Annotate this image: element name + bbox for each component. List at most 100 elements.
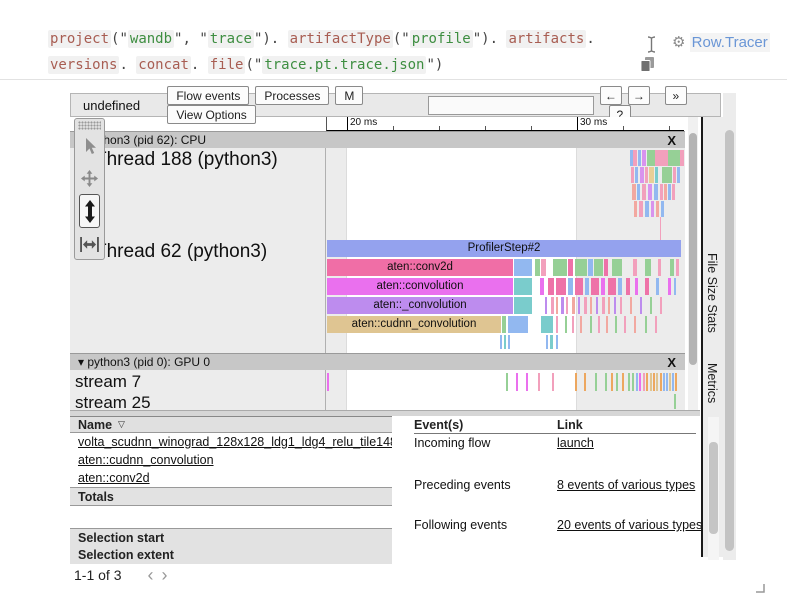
gpu-kernel-event[interactable] — [660, 373, 662, 391]
process-header-gpu[interactable]: ▾ python3 (pid 0): GPU 0 X — [70, 353, 685, 370]
gpu-kernel-event[interactable] — [526, 373, 528, 391]
next-page-icon[interactable]: › — [157, 568, 171, 582]
gpu-kernel-event[interactable] — [669, 373, 671, 391]
timeline-scrollbar[interactable] — [688, 117, 698, 410]
toolbar-button-flow-events[interactable]: Flow events — [167, 86, 249, 105]
trace-event[interactable] — [556, 297, 558, 314]
trace-event[interactable] — [640, 167, 644, 183]
trace-event[interactable] — [546, 335, 548, 349]
trace-event[interactable] — [676, 259, 679, 276]
trace-event[interactable] — [620, 297, 622, 314]
trace-event[interactable] — [647, 150, 655, 166]
gpu-kernel-event[interactable] — [672, 373, 674, 391]
details-scrollbar-thumb[interactable] — [709, 442, 718, 534]
kernel-name-link[interactable]: aten::conv2d — [78, 471, 150, 485]
close-icon[interactable]: X — [667, 133, 676, 148]
trace-event[interactable] — [680, 150, 684, 166]
trace-event[interactable] — [561, 297, 564, 314]
trace-event[interactable] — [578, 297, 580, 314]
trace-event[interactable] — [606, 316, 608, 333]
toolbar-nav-2[interactable]: » — [665, 86, 687, 105]
trace-event[interactable] — [508, 335, 510, 349]
gpu-kernel-event[interactable] — [646, 373, 648, 391]
toolbar-nav-0[interactable]: ← — [600, 86, 622, 105]
time-ruler[interactable]: 20 ms30 ms — [326, 117, 684, 131]
trace-event[interactable] — [598, 316, 600, 333]
timeline-scrollbar-thumb[interactable] — [689, 133, 697, 365]
trace-event[interactable] — [655, 316, 657, 333]
selection-tool-icon[interactable] — [75, 130, 104, 162]
trace-event[interactable] — [630, 297, 632, 314]
trace-event[interactable] — [548, 278, 554, 295]
gpu-kernel-event[interactable] — [595, 373, 597, 391]
gpu-kernel-event[interactable] — [584, 373, 586, 391]
gpu-kernel-event[interactable] — [552, 373, 554, 391]
trace-event[interactable] — [642, 184, 646, 200]
gpu-kernel-event[interactable] — [639, 373, 641, 391]
trace-event[interactable] — [658, 259, 661, 276]
trace-event[interactable] — [651, 201, 654, 217]
name-column-header[interactable]: Name ▽ — [70, 416, 392, 433]
trace-event[interactable] — [541, 259, 546, 276]
trace-event[interactable] — [508, 316, 528, 333]
gpu-kernel-event[interactable] — [611, 373, 613, 391]
event-link[interactable]: launch — [557, 436, 594, 450]
trace-event[interactable] — [504, 335, 506, 349]
sidebar-tab-file-size-stats[interactable]: File Size Stats — [705, 253, 719, 333]
trace-event[interactable] — [601, 278, 605, 295]
panel-type-label[interactable]: Row.Tracer — [690, 33, 770, 52]
gpu-kernel-event[interactable] — [506, 373, 508, 391]
trace-event[interactable] — [656, 278, 659, 295]
trace-event[interactable] — [566, 297, 568, 314]
gpu-kernel-event[interactable] — [327, 373, 329, 391]
gpu-kernel-event[interactable] — [538, 373, 540, 391]
toolbar-button-processes[interactable]: Processes — [255, 86, 329, 105]
trace-event[interactable] — [572, 316, 574, 333]
trace-event[interactable] — [633, 150, 637, 166]
trace-event[interactable] — [594, 259, 603, 276]
gpu-kernel-event[interactable] — [622, 373, 624, 391]
trace-event[interactable] — [650, 297, 652, 314]
trace-event[interactable] — [677, 167, 680, 183]
event-link[interactable]: 20 events of various types — [557, 518, 702, 532]
trace-event[interactable] — [648, 184, 652, 200]
trace-event[interactable] — [645, 259, 651, 276]
close-icon[interactable]: X — [667, 355, 676, 370]
outer-scrollbar[interactable] — [723, 93, 736, 560]
query-expression[interactable]: project("wandb", "trace"). artifactType(… — [48, 26, 648, 78]
search-input[interactable] — [428, 96, 594, 115]
toolbar-button-view-options[interactable]: View Options — [167, 105, 255, 124]
trace-event[interactable] — [588, 259, 593, 276]
trace-event[interactable] — [664, 184, 667, 200]
gpu-kernel-event[interactable] — [516, 373, 518, 391]
trace-event[interactable] — [551, 297, 554, 314]
flame-bar[interactable]: aten::cudnn_convolution — [327, 316, 501, 333]
flame-bar[interactable]: ProfilerStep#2 — [327, 240, 681, 257]
flame-bar[interactable]: aten::_convolution — [327, 297, 513, 314]
trace-event[interactable] — [575, 278, 583, 295]
gpu-kernel-event[interactable] — [650, 373, 652, 391]
trace-event[interactable] — [540, 278, 544, 295]
trace-event[interactable] — [590, 297, 592, 314]
gear-icon[interactable]: ⚙ — [672, 34, 685, 51]
trace-event[interactable] — [634, 316, 636, 333]
trace-event[interactable] — [572, 297, 575, 314]
trace-event[interactable] — [634, 201, 637, 217]
trace-event[interactable] — [514, 278, 532, 295]
trace-event[interactable] — [674, 278, 676, 295]
trace-event[interactable] — [661, 201, 664, 217]
trace-event[interactable] — [556, 278, 566, 295]
gpu-kernel-event[interactable] — [643, 373, 645, 391]
gpu-kernel-event[interactable] — [605, 373, 607, 391]
trace-event[interactable] — [645, 316, 647, 333]
trace-event[interactable] — [662, 167, 672, 183]
gpu-kernel-event[interactable] — [628, 373, 630, 391]
trace-event[interactable] — [668, 278, 671, 295]
trace-event[interactable] — [655, 150, 668, 166]
trace-event[interactable] — [556, 335, 558, 349]
trace-event[interactable] — [612, 259, 622, 276]
trace-event[interactable] — [514, 297, 532, 314]
gpu-kernel-event[interactable] — [656, 373, 658, 391]
trace-event[interactable] — [545, 297, 547, 314]
previous-page-icon[interactable]: ‹ — [143, 568, 157, 582]
